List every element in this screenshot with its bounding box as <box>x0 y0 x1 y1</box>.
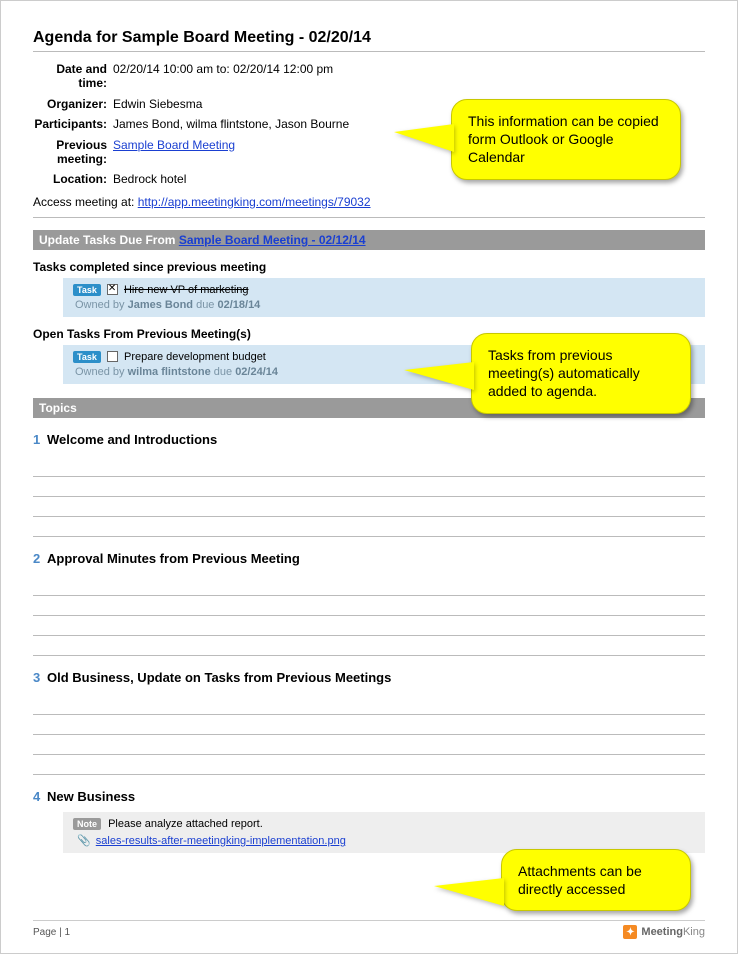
update-tasks-bar: Update Tasks Due From Sample Board Meeti… <box>33 230 705 250</box>
callout-pointer-icon <box>404 362 474 390</box>
brand-icon: ✦ <box>623 925 637 939</box>
divider <box>33 217 705 218</box>
topic-item: 4New Business Note Please analyze attach… <box>33 789 705 853</box>
topic-number: 2 <box>33 551 47 566</box>
brand-logo: ✦ MeetingKing <box>623 925 705 939</box>
task-title: Hire new VP of marketing <box>124 284 249 296</box>
datetime-label: Date and time: <box>33 62 113 91</box>
tasks-completed-heading: Tasks completed since previous meeting <box>33 260 705 274</box>
writing-lines <box>33 695 705 775</box>
callout-pointer-icon <box>394 124 454 152</box>
paperclip-icon: 📎 <box>77 834 91 847</box>
checkbox-checked-icon <box>107 284 118 295</box>
topic-item: 2Approval Minutes from Previous Meeting <box>33 551 705 656</box>
previous-meeting-link[interactable]: Sample Board Meeting <box>113 138 235 152</box>
access-url-link[interactable]: http://app.meetingking.com/meetings/7903… <box>138 195 371 209</box>
participants-label: Participants: <box>33 117 113 131</box>
topic-number: 4 <box>33 789 47 804</box>
writing-lines <box>33 576 705 656</box>
location-label: Location: <box>33 172 113 186</box>
update-tasks-link[interactable]: Sample Board Meeting - 02/12/14 <box>179 233 366 247</box>
previous-meeting-label: Previous meeting: <box>33 138 113 167</box>
topic-title: New Business <box>47 789 135 804</box>
topic-number: 1 <box>33 432 47 447</box>
page-footer: Page | 1 ✦ MeetingKing <box>33 920 705 939</box>
annotation-callout: This information can be copied form Outl… <box>451 99 681 180</box>
topic-item: 3Old Business, Update on Tasks from Prev… <box>33 670 705 775</box>
access-line: Access meeting at: http://app.meetingkin… <box>33 195 705 209</box>
organizer-label: Organizer: <box>33 97 113 111</box>
topic-title: Welcome and Introductions <box>47 432 217 447</box>
page-title: Agenda for Sample Board Meeting - 02/20/… <box>33 29 705 47</box>
topic-title: Old Business, Update on Tasks from Previ… <box>47 670 391 685</box>
datetime-value: 02/20/14 10:00 am to: 02/20/14 12:00 pm <box>113 62 705 91</box>
callout-pointer-icon <box>434 878 504 906</box>
attachment-link[interactable]: sales-results-after-meetingking-implemen… <box>96 835 346 847</box>
task-badge: Task <box>73 351 101 363</box>
note-text: Please analyze attached report. <box>108 818 263 830</box>
divider <box>33 51 705 52</box>
task-meta: Owned by James Bond due 02/18/14 <box>75 299 695 311</box>
note-badge: Note <box>73 818 101 830</box>
writing-lines <box>33 457 705 537</box>
task-row: Task Hire new VP of marketing Owned by J… <box>63 278 705 317</box>
task-title: Prepare development budget <box>124 351 266 363</box>
page-number: Page | 1 <box>33 927 70 938</box>
topic-title: Approval Minutes from Previous Meeting <box>47 551 300 566</box>
annotation-callout: Tasks from previous meeting(s) automatic… <box>471 333 691 414</box>
checkbox-empty-icon <box>107 351 118 362</box>
topic-number: 3 <box>33 670 47 685</box>
annotation-callout: Attachments can be directly accessed <box>501 849 691 911</box>
note-block: Note Please analyze attached report. 📎 s… <box>63 812 705 853</box>
task-badge: Task <box>73 284 101 296</box>
topic-item: 1Welcome and Introductions <box>33 432 705 537</box>
